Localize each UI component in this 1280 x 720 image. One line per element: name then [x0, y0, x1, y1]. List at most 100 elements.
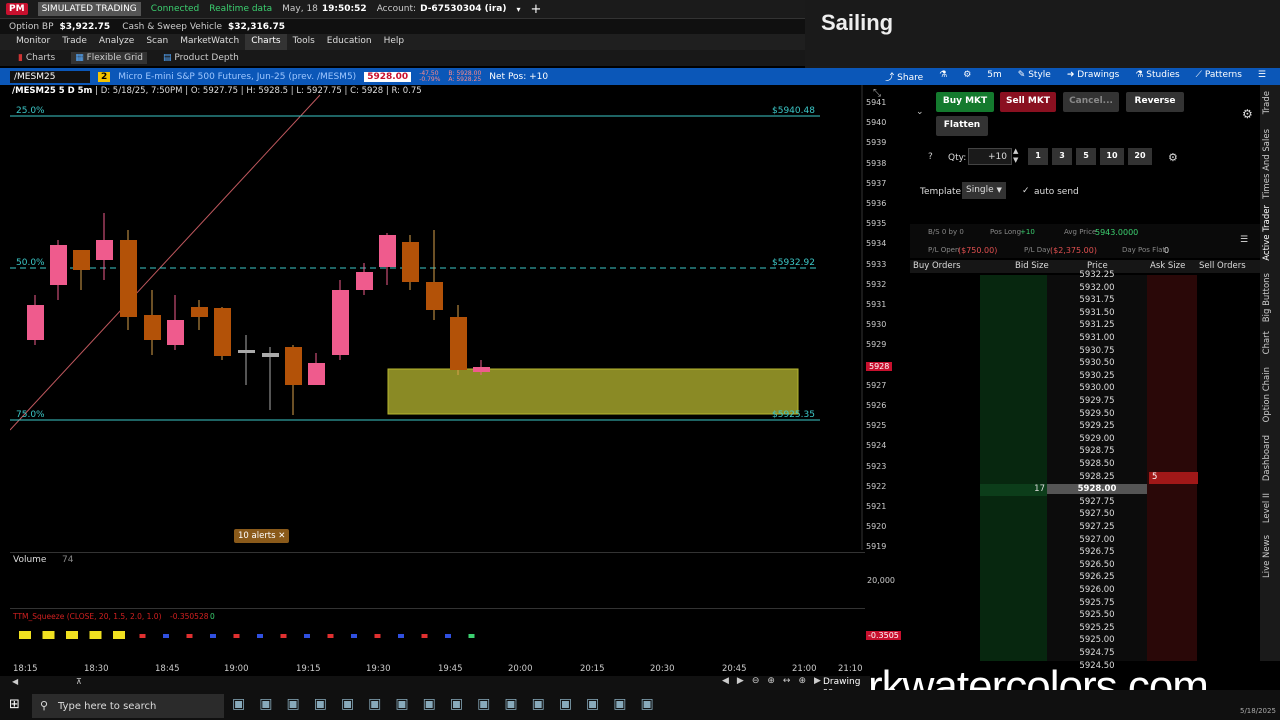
thinkorswim-icon[interactable]: ▣	[641, 696, 654, 712]
sidetab-option-chain[interactable]: Option Chain	[1262, 367, 1272, 422]
ladder-row[interactable]: 5932.00	[912, 283, 1247, 296]
app-icon[interactable]: ▣	[450, 696, 463, 712]
ladder-row[interactable]: 5927.50	[912, 509, 1247, 522]
bid-size-cell[interactable]: 17	[980, 484, 1047, 497]
ladder-row[interactable]: 5925.50	[912, 610, 1247, 623]
sell-mkt-button[interactable]: Sell MKT	[1000, 92, 1056, 112]
supply-zone-box[interactable]	[387, 368, 799, 415]
menu-icon[interactable]: ☰	[1258, 70, 1266, 83]
ladder-row[interactable]: 5930.00	[912, 383, 1247, 396]
time-axis[interactable]: 18:15 18:30 18:45 19:00 19:15 19:30 19:45 20:00…	[10, 662, 865, 676]
list-menu-icon[interactable]: ☰	[1240, 235, 1248, 245]
ladder-row[interactable]: 5928.50	[912, 459, 1247, 472]
reverse-button[interactable]: Reverse	[1126, 92, 1184, 112]
sidetab-chart[interactable]: Chart	[1262, 331, 1272, 354]
ladder-row[interactable]: 5929.25	[912, 421, 1247, 434]
file-explorer-icon[interactable]: ▣	[368, 696, 381, 712]
zoom-controls[interactable]: ◀▶⊖⊕↔⊕▶	[722, 676, 829, 686]
app-icon[interactable]: ▣	[532, 696, 545, 712]
volume-pane[interactable]: Volume 74	[10, 552, 865, 607]
sidetab-dashboard[interactable]: Dashboard	[1262, 435, 1272, 481]
ladder-row[interactable]: 5932.25	[912, 270, 1247, 283]
ladder-row[interactable]: 5930.50	[912, 358, 1247, 371]
ask-size-cell[interactable]: 5	[1149, 471, 1198, 484]
tab-flexible-grid[interactable]: ▦ Flexible Grid	[71, 52, 148, 64]
taskbar-search-input[interactable]: ⚲ Type here to search	[32, 694, 224, 718]
app-icon[interactable]: ▣	[504, 696, 517, 712]
ladder-row[interactable]: 5927.00	[912, 535, 1247, 548]
qty-input[interactable]: +10	[968, 148, 1012, 165]
edge-icon[interactable]: ▣	[286, 696, 299, 712]
close-icon[interactable]: ✕	[278, 531, 285, 541]
menu-tools[interactable]: Tools	[287, 34, 321, 50]
app-icon[interactable]: ▣	[613, 696, 626, 712]
flask-icon[interactable]: ⚗	[939, 70, 947, 83]
ladder-row[interactable]: 5926.75	[912, 547, 1247, 560]
ladder-row[interactable]: 5931.75	[912, 295, 1247, 308]
menu-trade[interactable]: Trade	[56, 34, 93, 50]
ladder-row[interactable]: 5926.25	[912, 572, 1247, 585]
interval-button[interactable]: 5m	[987, 70, 1002, 83]
account-select[interactable]: D-67530304 (ira)	[420, 4, 506, 14]
pin-icon[interactable]: ⊼	[76, 677, 82, 686]
qty-preset-button[interactable]: 5	[1076, 148, 1096, 165]
buy-mkt-button[interactable]: Buy MKT	[936, 92, 994, 112]
share-button[interactable]: ⤴ Share	[885, 70, 923, 83]
menu-monitor[interactable]: Monitor	[10, 34, 56, 50]
help-icon[interactable]: ?	[928, 152, 933, 162]
ladder-row[interactable]: 5 5928.25	[912, 471, 1247, 485]
sidetab-active-trader[interactable]: Active Trader	[1262, 205, 1272, 261]
menu-education[interactable]: Education	[321, 34, 378, 50]
menu-help[interactable]: Help	[378, 34, 411, 50]
ladder-row[interactable]: 5930.75	[912, 346, 1247, 359]
twitch-icon[interactable]: ▣	[559, 696, 572, 712]
ladder-row[interactable]: 5928.75	[912, 446, 1247, 459]
settings-icon[interactable]: ⚙	[1242, 107, 1253, 121]
qty-stepper[interactable]: ▲ ▼	[1013, 147, 1018, 165]
ladder-row[interactable]: 5929.50	[912, 409, 1247, 422]
flatten-button[interactable]: Flatten	[936, 116, 988, 136]
ladder-row[interactable]: 5931.50	[912, 308, 1247, 321]
ladder-row[interactable]: 5930.25	[912, 371, 1247, 384]
qty-preset-button[interactable]: 1	[1028, 148, 1048, 165]
sidetab-trade[interactable]: Trade	[1262, 91, 1272, 114]
link-group-badge[interactable]: 2	[98, 71, 111, 82]
sidetab-level-ii[interactable]: Level II	[1262, 493, 1272, 523]
ladder-row[interactable]: 5924.75	[912, 648, 1247, 661]
task-view-icon[interactable]: ▣	[232, 696, 245, 712]
sidetab-times-and-sales[interactable]: Times And Sales	[1262, 129, 1272, 199]
menu-charts[interactable]: Charts	[245, 34, 287, 50]
style-button[interactable]: ✎ Style	[1018, 70, 1051, 83]
ladder-row[interactable]: 5927.75	[912, 497, 1247, 510]
settings-icon[interactable]: ⚙	[963, 70, 971, 83]
menu-marketwatch[interactable]: MarketWatch	[174, 34, 245, 50]
explorer-icon[interactable]: ▣	[586, 696, 599, 712]
sidetab-live-news[interactable]: Live News	[1262, 535, 1272, 578]
firefox-icon[interactable]: ▣	[314, 696, 327, 712]
qty-preset-button[interactable]: 3	[1052, 148, 1072, 165]
alerts-badge[interactable]: 10 alerts ✕	[234, 529, 290, 543]
menu-scan[interactable]: Scan	[140, 34, 174, 50]
ladder-row[interactable]: 5929.00	[912, 434, 1247, 447]
ladder-row[interactable]: 5927.25	[912, 522, 1247, 535]
ladder-row[interactable]: 5926.00	[912, 585, 1247, 598]
store-icon[interactable]: ▣	[259, 696, 272, 712]
ladder-row[interactable]: 5931.00	[912, 333, 1247, 346]
patterns-button[interactable]: ⟋ Patterns	[1196, 70, 1242, 83]
ladder-scrollbar[interactable]	[1248, 270, 1256, 610]
cancel-button[interactable]: Cancel...	[1063, 92, 1119, 112]
scroll-left-icon[interactable]: ◀	[12, 677, 18, 686]
add-tab-icon[interactable]: +	[531, 2, 542, 17]
ladder-row[interactable]: 5925.25	[912, 623, 1247, 636]
collapse-icon[interactable]: ⌄	[916, 107, 924, 117]
autosend-checkbox[interactable]: ✓	[1022, 186, 1030, 196]
tab-product-depth[interactable]: ▤ Product Depth	[163, 53, 239, 63]
symbol-input[interactable]: /MESM25	[10, 70, 90, 83]
ladder-row[interactable]: 5929.75	[912, 396, 1247, 409]
sidetab-big-buttons[interactable]: Big Buttons	[1262, 273, 1272, 322]
qty-settings-icon[interactable]: ⚙	[1168, 151, 1178, 164]
tab-charts[interactable]: ▮ Charts	[18, 53, 55, 63]
qty-preset-button[interactable]: 10	[1100, 148, 1124, 165]
chrome-icon[interactable]: ▣	[341, 696, 354, 712]
edge-icon[interactable]: ▣	[477, 696, 490, 712]
